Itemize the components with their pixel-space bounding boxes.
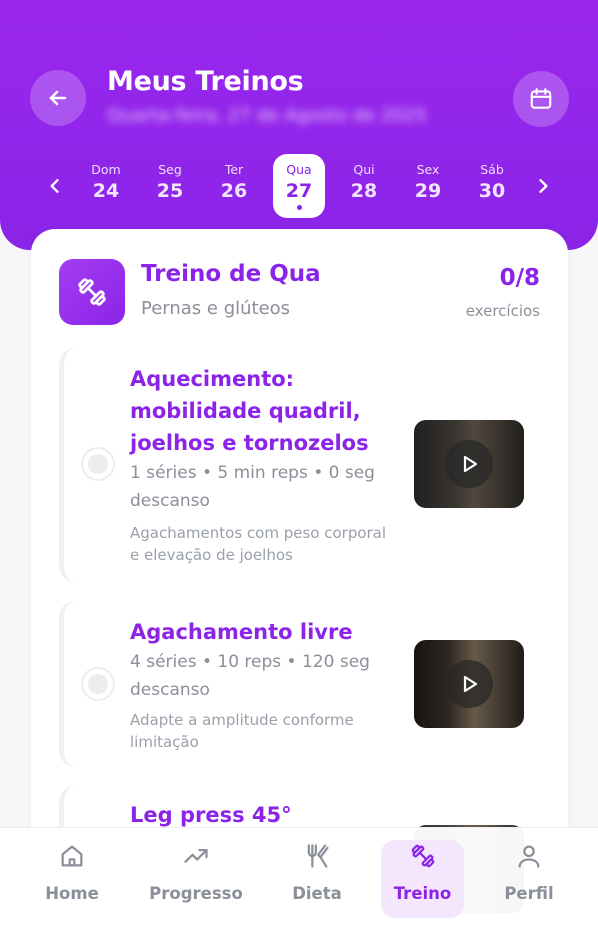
exercise-video-thumbnail[interactable] — [414, 640, 524, 728]
play-icon — [463, 675, 478, 693]
exercise-complete-toggle[interactable] — [81, 447, 115, 481]
chevron-right-icon — [539, 179, 548, 193]
dumbbell-icon — [411, 844, 434, 868]
exercise-item[interactable]: Agachamento livre 4 séries • 10 reps • 1… — [59, 600, 543, 768]
page-title: Meus Treinos — [107, 66, 304, 97]
day-item[interactable]: Sáb 30 — [466, 154, 518, 218]
bottom-navigation: Home Progresso Dieta Treino Perfil — [0, 827, 598, 927]
day-item[interactable]: Sex 29 — [402, 154, 454, 218]
nav-label: Home — [45, 884, 99, 903]
back-button[interactable] — [30, 70, 86, 126]
toggle-indicator — [88, 674, 108, 694]
day-name: Dom — [91, 162, 121, 177]
day-name: Ter — [224, 162, 244, 177]
nav-label: Progresso — [149, 884, 243, 903]
workout-icon-tile — [59, 259, 125, 325]
toggle-indicator — [88, 454, 108, 474]
day-item[interactable]: Dom 24 — [80, 154, 132, 218]
day-name: Qui — [353, 162, 375, 177]
exercise-progress-label: exercícios — [465, 302, 540, 320]
day-item[interactable]: Seg 25 — [144, 154, 196, 218]
exercise-item[interactable]: Aquecimento: mobilidade quadril, joelhos… — [59, 347, 543, 583]
page-subtitle: Quarta-feira, 27 de Agosto de 2025 — [107, 105, 427, 126]
day-name: Sáb — [480, 162, 504, 177]
nav-home[interactable]: Home — [32, 840, 112, 918]
exercise-video-thumbnail[interactable] — [414, 420, 524, 508]
home-icon — [61, 845, 83, 867]
exercise-name: Aquecimento: mobilidade quadril, joelhos… — [130, 367, 369, 455]
day-number: 29 — [414, 180, 442, 202]
nav-treino[interactable]: Treino — [381, 840, 464, 918]
arrow-left-icon — [49, 90, 67, 106]
exercise-note: Adapte a amplitude conforme limitação — [130, 711, 354, 751]
nav-progresso[interactable]: Progresso — [148, 840, 244, 918]
day-name: Qua — [286, 162, 312, 177]
nav-label: Dieta — [292, 884, 342, 903]
header: Meus Treinos Quarta-feira, 27 de Agosto … — [0, 0, 598, 250]
day-item-selected[interactable]: Qua 27 — [273, 154, 325, 218]
day-name: Sex — [416, 162, 440, 177]
day-number: 26 — [220, 180, 248, 202]
play-button[interactable] — [445, 440, 493, 488]
play-icon — [463, 455, 478, 473]
day-number: 30 — [478, 180, 506, 202]
user-icon — [518, 845, 540, 868]
nav-dieta[interactable]: Dieta — [281, 840, 353, 918]
workout-title: Treino de Qua — [141, 261, 321, 287]
trending-up-icon — [184, 849, 208, 863]
day-item[interactable]: Qui 28 — [338, 154, 390, 218]
play-button[interactable] — [445, 660, 493, 708]
exercise-meta: 1 séries • 5 min reps • 0 seg descanso — [130, 463, 375, 511]
day-name: Seg — [158, 162, 182, 177]
calendar-icon — [530, 88, 552, 109]
exercise-note: Agachamentos com peso corporal e elevaçã… — [130, 524, 387, 564]
week-selector: Dom 24 Seg 25 Ter 26 Qua 27 Qui 28 Sex 2… — [0, 150, 598, 222]
next-week-button[interactable] — [531, 174, 555, 198]
exercise-complete-toggle[interactable] — [81, 667, 115, 701]
utensils-icon — [307, 844, 329, 868]
nav-label: Perfil — [504, 884, 554, 903]
day-number: 24 — [92, 180, 120, 202]
selected-day-dot — [296, 205, 302, 210]
day-item[interactable]: Ter 26 — [208, 154, 260, 218]
workout-card: Treino de Qua Pernas e glúteos 0/8 exerc… — [31, 229, 568, 927]
calendar-button[interactable] — [513, 71, 569, 127]
dumbbell-icon — [78, 278, 106, 306]
day-number: 25 — [156, 180, 184, 202]
exercise-progress-count: 0/8 — [499, 265, 540, 291]
exercise-name: Agachamento livre — [130, 620, 353, 644]
chevron-left-icon — [50, 179, 59, 193]
nav-perfil[interactable]: Perfil — [496, 840, 562, 918]
prev-week-button[interactable] — [43, 174, 67, 198]
workout-subtitle: Pernas e glúteos — [141, 298, 291, 319]
exercise-meta: 4 séries • 10 reps • 120 seg descanso — [130, 652, 370, 700]
nav-label: Treino — [393, 884, 452, 903]
day-number: 28 — [350, 180, 378, 202]
day-number: 27 — [285, 180, 313, 202]
